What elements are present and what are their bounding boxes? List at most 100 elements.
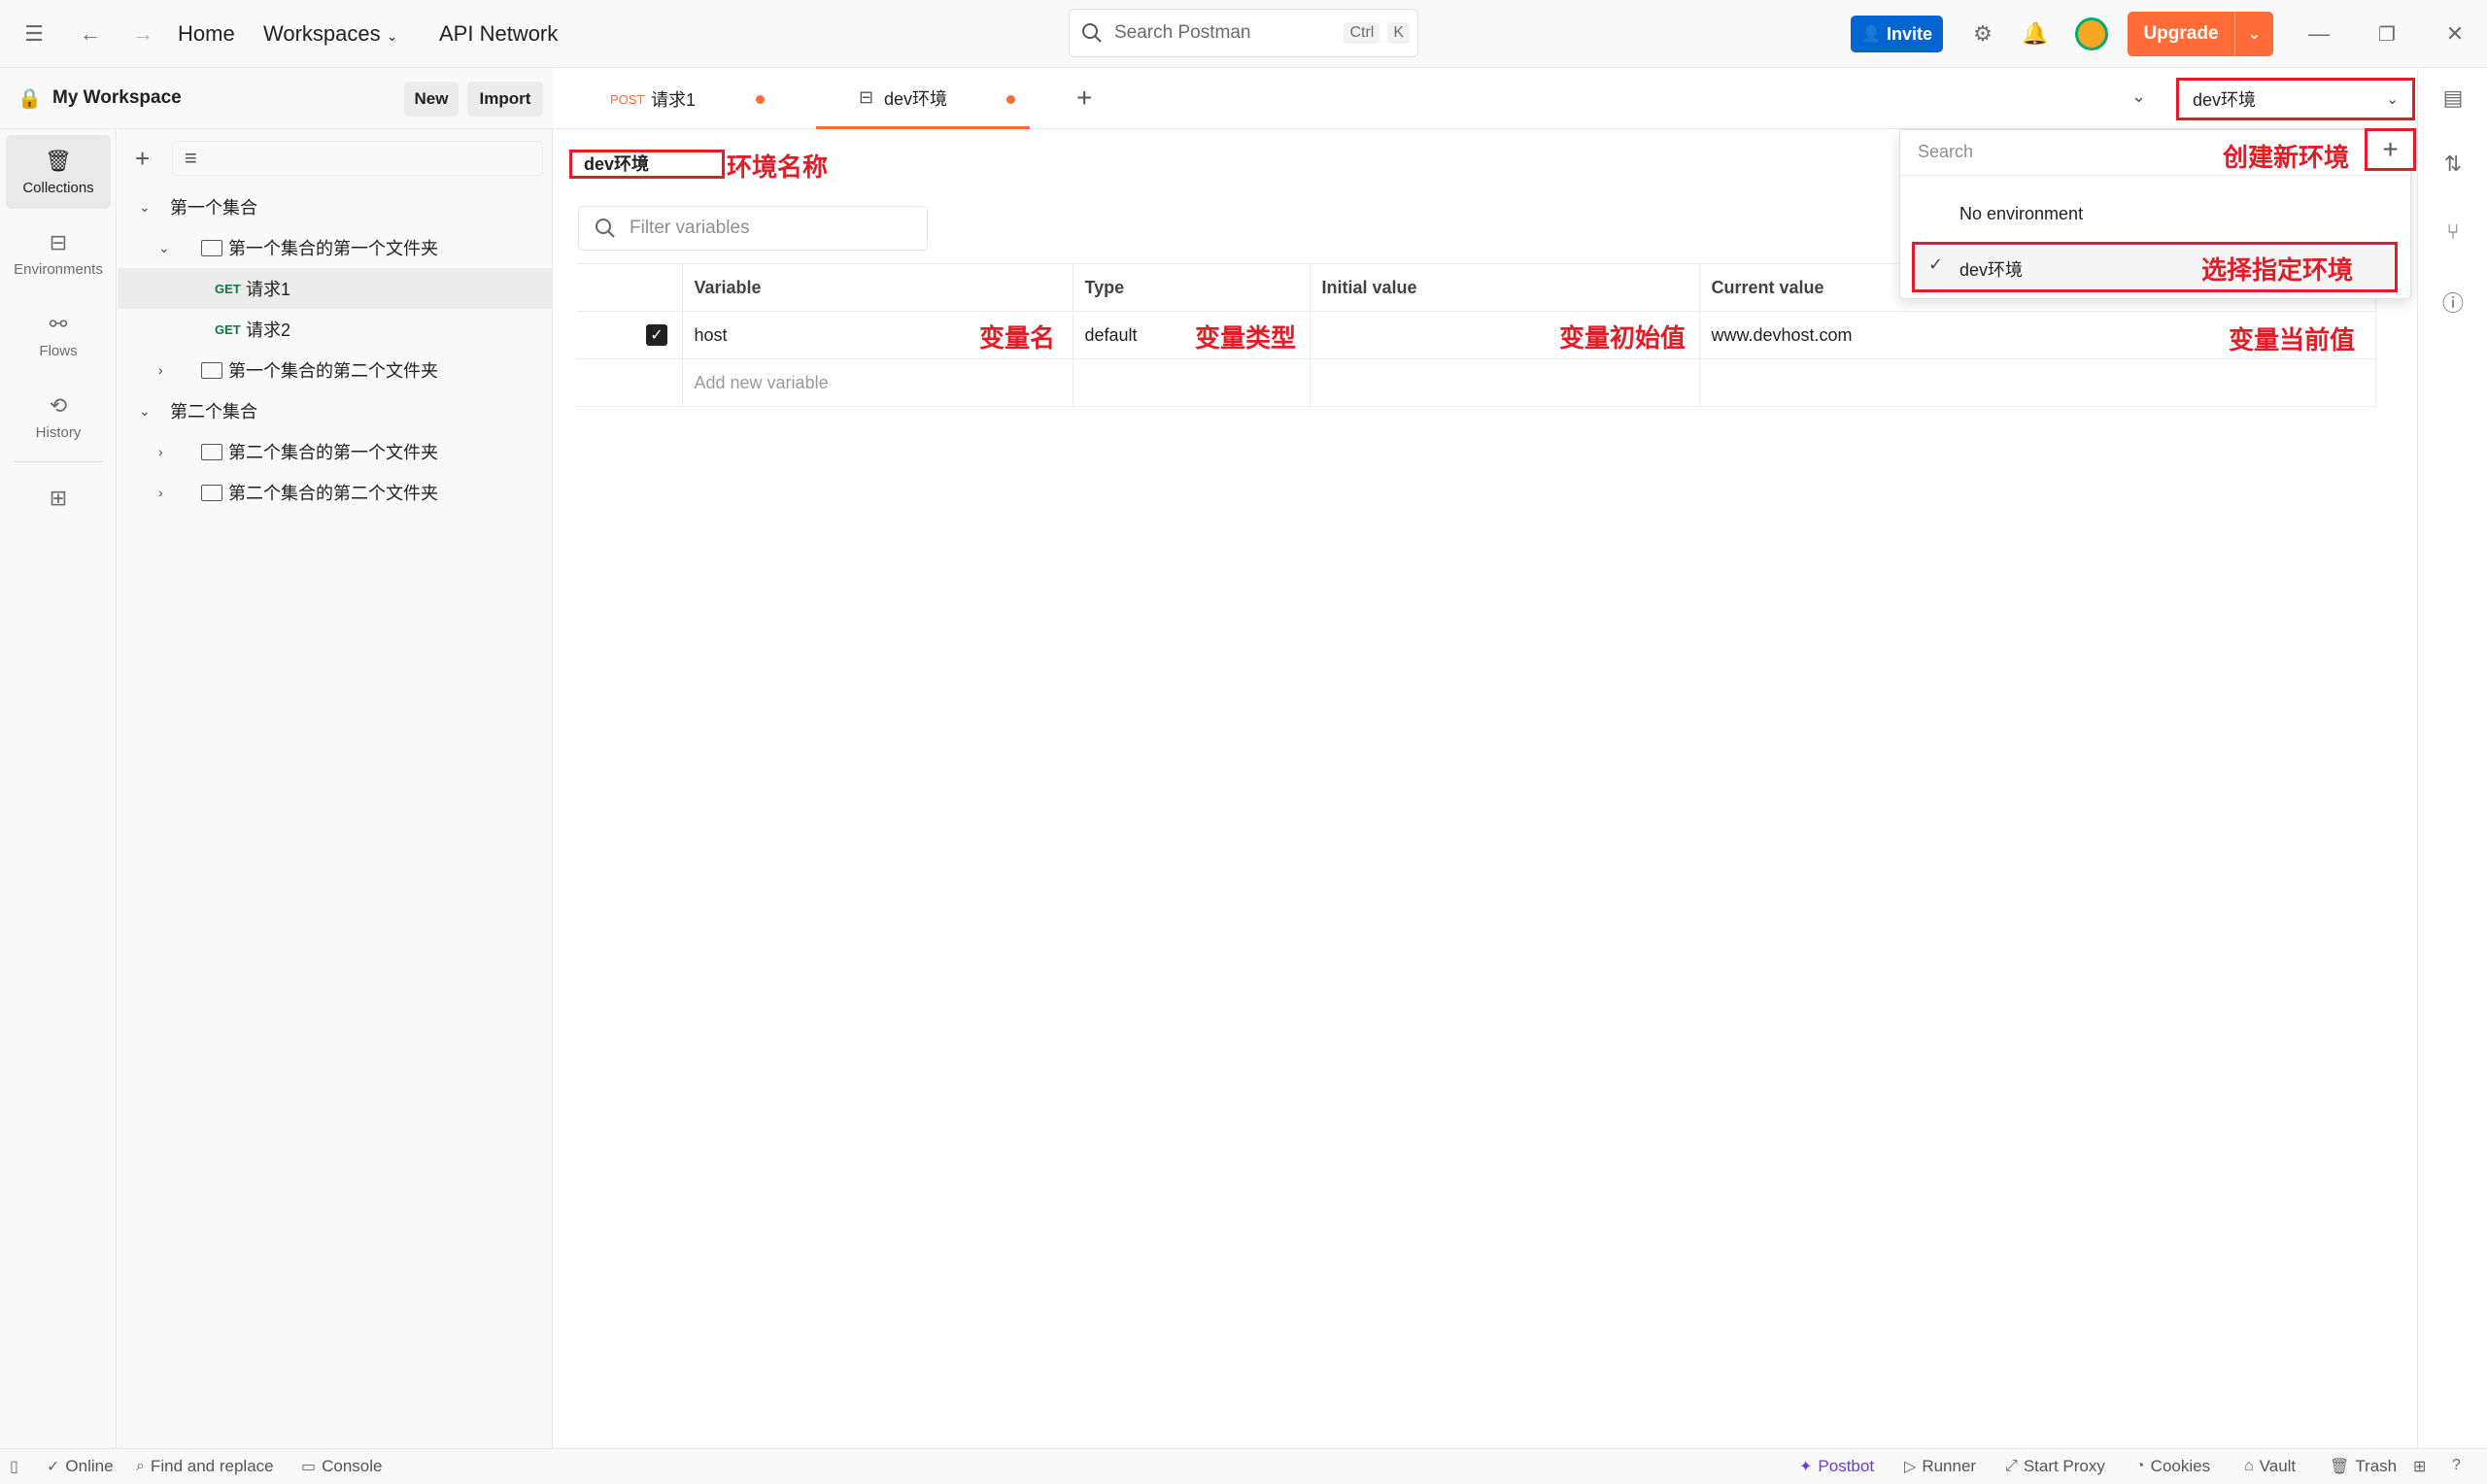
check-circle-icon: ✓ bbox=[47, 1459, 60, 1475]
folder-label: 第二个集合的第二个文件夹 bbox=[228, 484, 438, 503]
dropdown-item-no-environment[interactable]: No environment bbox=[1900, 192, 2412, 235]
import-button[interactable]: Import bbox=[467, 82, 543, 117]
trash-button[interactable]: 🗑 Trash bbox=[2330, 1457, 2397, 1476]
create-environment-button[interactable]: + bbox=[2365, 128, 2416, 171]
runner-icon: ▷ bbox=[1904, 1459, 1917, 1475]
avatar[interactable] bbox=[2075, 17, 2108, 51]
tab-label: dev环境 bbox=[884, 88, 948, 109]
sidebar-search-input[interactable] bbox=[172, 141, 543, 176]
console-button[interactable]: ▭ Console bbox=[301, 1457, 383, 1476]
chevron-down-icon: ⌄ bbox=[386, 28, 398, 44]
console-icon: ▭ bbox=[301, 1459, 317, 1475]
environment-icon: ⊟ bbox=[859, 87, 874, 107]
collection-item[interactable]: ⌄ 第二个集合 bbox=[118, 390, 553, 431]
folder-item[interactable]: › 第二个集合的第二个文件夹 bbox=[118, 472, 553, 513]
folder-item[interactable]: › 第一个集合的第二个文件夹 bbox=[118, 350, 553, 390]
chevron-down-icon[interactable]: ⌄ bbox=[2131, 86, 2146, 107]
request-item[interactable]: GET 请求1 bbox=[118, 268, 553, 309]
collection-item[interactable]: ⌄ 第一个集合 bbox=[118, 186, 553, 227]
environment-name[interactable]: dev环境 bbox=[569, 150, 725, 179]
start-proxy-button[interactable]: ⤢ Start Proxy bbox=[2005, 1457, 2105, 1476]
nav-workspaces[interactable]: Workspaces ⌄ bbox=[263, 19, 398, 51]
column-initial-value: Initial value bbox=[1309, 263, 1700, 312]
upgrade-button[interactable]: Upgrade ⌄ bbox=[2128, 12, 2273, 56]
search-input[interactable]: Search Postman Ctrl K bbox=[1069, 9, 1418, 57]
rail-configure[interactable]: ⊞ bbox=[6, 469, 111, 527]
pull-request-icon[interactable]: ⇅ bbox=[2439, 151, 2467, 178]
folder-icon bbox=[201, 239, 222, 256]
bell-icon[interactable]: 🔔 bbox=[2022, 21, 2048, 47]
annotation-var-initial: 变量初始值 bbox=[1559, 323, 1686, 353]
request-item[interactable]: GET 请求2 bbox=[118, 309, 553, 350]
restore-icon[interactable]: ❐ bbox=[2374, 21, 2400, 47]
invite-button[interactable]: 👤 Invite bbox=[1851, 16, 1943, 52]
workspace-title: My Workspace bbox=[52, 87, 182, 108]
search-placeholder: Search Postman bbox=[1114, 22, 1251, 43]
toggle-sidebar-icon[interactable]: ▯ bbox=[10, 1457, 18, 1476]
layout-icon[interactable]: ⊞ bbox=[2413, 1457, 2426, 1476]
folder-item[interactable]: ⌄ 第一个集合的第一个文件夹 bbox=[118, 227, 553, 268]
runner-button[interactable]: ▷ Runner bbox=[1904, 1457, 1976, 1476]
back-arrow-icon[interactable]: ← bbox=[78, 21, 103, 47]
folder-item[interactable]: › 第二个集合的第一个文件夹 bbox=[118, 431, 553, 472]
upgrade-label: Upgrade bbox=[2143, 23, 2219, 44]
nav-api-network[interactable]: API Network bbox=[439, 19, 558, 49]
rail-label: Flows bbox=[39, 342, 78, 359]
chevron-right-icon[interactable]: › bbox=[158, 444, 163, 459]
rail-environments[interactable]: ⊟ Environments bbox=[6, 217, 111, 290]
filter-variables-input[interactable]: Filter variables bbox=[578, 206, 928, 251]
annotation-env-name: 环境名称 bbox=[727, 152, 829, 182]
fork-icon[interactable]: ⑂ bbox=[2439, 219, 2467, 246]
rail-flows[interactable]: ⚯ Flows bbox=[6, 298, 111, 372]
collection-label: 第二个集合 bbox=[170, 402, 257, 422]
cookies-button[interactable]: ◔ Cookies bbox=[2135, 1457, 2210, 1476]
documentation-icon[interactable]: ▤ bbox=[2439, 84, 2467, 112]
postbot-icon: ✦ bbox=[1799, 1459, 1813, 1475]
chevron-down-icon[interactable]: ⌄ bbox=[139, 199, 151, 216]
left-rail: 🗑 Collections ⊟ Environments ⚯ Flows ⟲ H… bbox=[0, 69, 117, 1448]
search-icon bbox=[1082, 23, 1102, 43]
minimize-icon[interactable]: — bbox=[2306, 21, 2332, 47]
folder-label: 第一个集合的第一个文件夹 bbox=[228, 239, 438, 258]
annotation-var-type: 变量类型 bbox=[1195, 323, 1297, 353]
enabled-checkbox[interactable]: ✓ bbox=[646, 324, 667, 346]
search-icon: ⌕ bbox=[136, 1458, 145, 1474]
online-status[interactable]: ✓ Online bbox=[47, 1457, 114, 1476]
hamburger-menu-icon[interactable]: ☰ bbox=[21, 21, 47, 47]
new-button[interactable]: New bbox=[404, 82, 459, 117]
add-variable-input[interactable]: Add new variable bbox=[681, 358, 1073, 407]
method-badge: GET bbox=[215, 321, 241, 337]
close-icon[interactable]: ✕ bbox=[2442, 21, 2468, 47]
chevron-down-icon: ⌄ bbox=[2386, 91, 2399, 108]
dropdown-search-input[interactable]: Search bbox=[1918, 142, 1973, 162]
gear-icon[interactable]: ⚙ bbox=[1970, 21, 1995, 47]
vault-button[interactable]: ⌂ Vault bbox=[2244, 1457, 2296, 1476]
tab-environment[interactable]: ⊟ dev环境 bbox=[816, 69, 1030, 129]
tab-label: 请求1 bbox=[651, 90, 697, 110]
chevron-right-icon[interactable]: › bbox=[158, 362, 163, 378]
postbot-button[interactable]: ✦ Postbot bbox=[1799, 1457, 1874, 1476]
filter-placeholder: Filter variables bbox=[630, 218, 750, 238]
environment-selector[interactable]: dev环境 ⌄ bbox=[2176, 78, 2415, 120]
collection-label: 第一个集合 bbox=[170, 198, 257, 218]
nav-home[interactable]: Home bbox=[178, 19, 235, 49]
add-tab-icon[interactable]: + bbox=[1076, 83, 1092, 114]
info-icon[interactable]: ⓘ bbox=[2439, 288, 2467, 316]
search-icon bbox=[596, 219, 615, 238]
tab-request[interactable]: POST 请求1 bbox=[573, 69, 785, 129]
find-replace-button[interactable]: ⌕ Find and replace bbox=[136, 1457, 274, 1476]
folder-label: 第一个集合的第二个文件夹 bbox=[228, 361, 438, 381]
help-icon[interactable]: ? bbox=[2452, 1457, 2461, 1474]
environment-icon: ⊟ bbox=[49, 229, 68, 254]
forward-arrow-icon[interactable]: → bbox=[130, 21, 155, 47]
rail-label: Collections bbox=[22, 179, 94, 196]
trash-icon: 🗑 bbox=[2330, 1459, 2350, 1475]
chevron-down-icon[interactable]: ⌄ bbox=[2235, 24, 2273, 44]
chevron-right-icon[interactable]: › bbox=[158, 485, 163, 500]
chevron-down-icon[interactable]: ⌄ bbox=[139, 403, 151, 420]
rail-collections[interactable]: 🗑 Collections bbox=[6, 135, 111, 209]
add-icon[interactable]: + bbox=[135, 144, 150, 174]
rail-history[interactable]: ⟲ History bbox=[6, 380, 111, 454]
unsaved-dot bbox=[1006, 95, 1015, 104]
chevron-down-icon[interactable]: ⌄ bbox=[158, 240, 170, 256]
